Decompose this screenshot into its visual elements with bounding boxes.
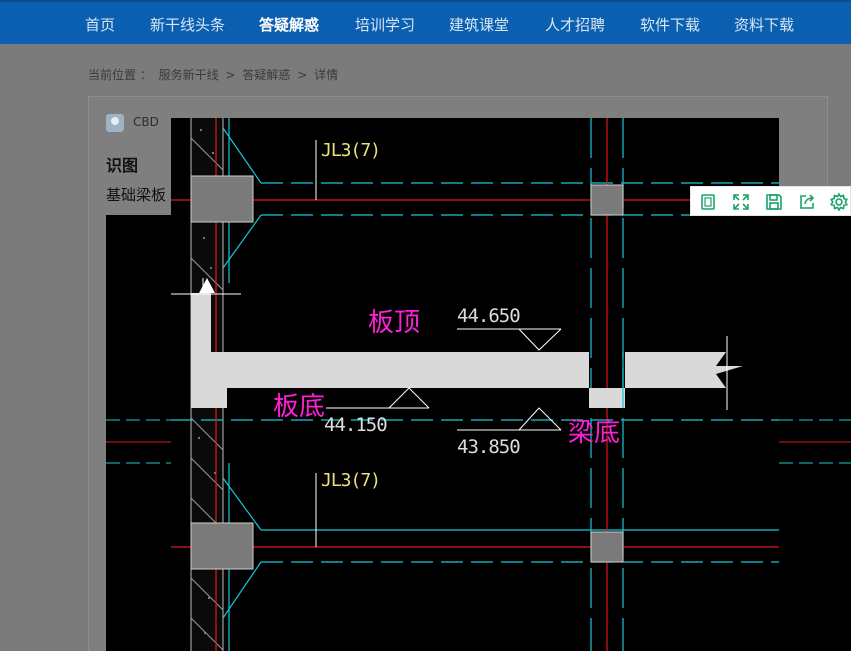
column-bottom-left bbox=[190, 522, 254, 570]
post-title: 识图 bbox=[106, 156, 139, 175]
breadcrumb-item-qa[interactable]: 答疑解惑 bbox=[242, 68, 290, 82]
page-root: 首页 新干线头条 答疑解惑 培训学习 建筑课堂 人才招聘 软件下载 资料下载 当… bbox=[0, 0, 851, 651]
beam-label-top: JL3(7) bbox=[321, 140, 381, 161]
share-icon[interactable] bbox=[796, 191, 818, 213]
save-icon[interactable] bbox=[763, 191, 785, 213]
fullscreen-icon[interactable] bbox=[730, 191, 752, 213]
top-navbar: 首页 新干线头条 答疑解惑 培训学习 建筑课堂 人才招聘 软件下载 资料下载 bbox=[0, 0, 851, 44]
label-beam-bottom: 梁底 bbox=[568, 418, 621, 448]
elevation-slab-top: 44.650 bbox=[457, 305, 521, 327]
breadcrumb: 当前位置 ： 服务新干线 > 答疑解惑 > 详情 bbox=[88, 66, 341, 83]
breadcrumb-separator: > bbox=[225, 68, 236, 82]
nav-item-training[interactable]: 培训学习 bbox=[355, 14, 415, 35]
settings-icon[interactable] bbox=[828, 191, 850, 213]
avatar[interactable] bbox=[106, 114, 124, 132]
cad-drawing-viewer[interactable]: JL3(7) JL3(7) 板顶 板底 梁底 44.650 44.150 43.… bbox=[171, 118, 779, 651]
image-toolbar bbox=[690, 186, 851, 216]
elevation-slab-bottom: 44.150 bbox=[324, 414, 388, 436]
column-bottom-right bbox=[590, 531, 624, 563]
nav-item-classroom[interactable]: 建筑课堂 bbox=[449, 14, 509, 35]
breadcrumb-separator: > bbox=[297, 68, 308, 82]
column-top-left bbox=[190, 175, 254, 223]
original-size-icon[interactable] bbox=[697, 191, 719, 213]
post-username[interactable]: CBD bbox=[133, 115, 159, 129]
nav-item-software[interactable]: 软件下载 bbox=[640, 14, 700, 35]
breadcrumb-prefix: 当前位置 ： bbox=[88, 68, 152, 82]
cad-drawing bbox=[171, 118, 779, 651]
nav-item-headlines[interactable]: 新干线头条 bbox=[150, 14, 225, 35]
beam-label-bottom: JL3(7) bbox=[321, 470, 381, 491]
post-image-left-edge bbox=[106, 215, 176, 651]
column-top-right bbox=[590, 184, 624, 216]
post-body: 基础梁板 bbox=[106, 186, 167, 204]
label-slab-top: 板顶 bbox=[368, 308, 421, 338]
breadcrumb-item-service[interactable]: 服务新干线 bbox=[159, 68, 219, 82]
nav-item-qa[interactable]: 答疑解惑 bbox=[259, 14, 319, 35]
elevation-beam-bottom: 43.850 bbox=[457, 436, 521, 458]
nav-item-jobs[interactable]: 人才招聘 bbox=[545, 14, 605, 35]
label-slab-bottom: 板底 bbox=[273, 392, 326, 422]
post-image-right-edge bbox=[779, 216, 851, 651]
nav-item-docs[interactable]: 资料下载 bbox=[734, 14, 794, 35]
breadcrumb-item-detail: 详情 bbox=[314, 68, 339, 82]
nav-item-home[interactable]: 首页 bbox=[85, 14, 115, 35]
